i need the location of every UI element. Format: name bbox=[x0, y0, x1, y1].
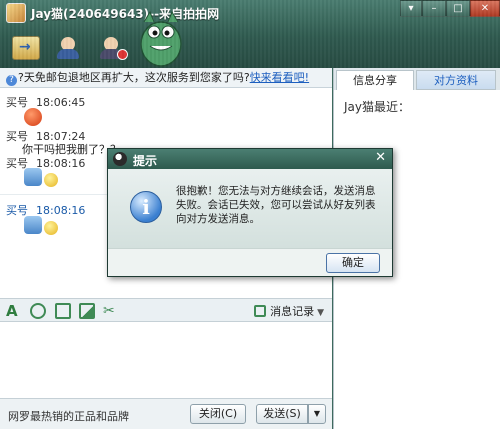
tab-contact-profile[interactable]: 对方资料 bbox=[416, 70, 496, 90]
emoticon-icon bbox=[24, 216, 42, 234]
ad-text[interactable]: 网罗最热销的正品和品牌 bbox=[8, 408, 129, 424]
promo-notice-bar: ? ?天免邮包退地区再扩大，这次服务到您家了吗?快来看看吧! bbox=[0, 68, 332, 88]
message-sender: 买号 bbox=[6, 204, 28, 217]
notice-text: ?天免邮包退地区再扩大，这次服务到您家了吗? bbox=[18, 71, 250, 84]
message-time: 18:06:45 bbox=[36, 96, 86, 109]
maximize-button[interactable]: □ bbox=[446, 0, 470, 17]
send-options-button[interactable]: ▼ bbox=[308, 404, 326, 424]
alert-dialog: 提示 ✕ i 很抱歉！您无法与对方继续会话，发送消息失败。会话已失效，您可以尝试… bbox=[107, 148, 393, 277]
dialog-titlebar: 提示 ✕ bbox=[108, 149, 392, 169]
chat-window-header: Jay猫(240649643)--来自拍拍网 ▾ – □ ✕ bbox=[0, 0, 500, 68]
emoticon-picker-icon[interactable] bbox=[30, 303, 46, 319]
transfer-file-icon[interactable] bbox=[12, 36, 40, 60]
message-header: 买号 18:06:45 bbox=[6, 94, 85, 110]
message-header: 买号 18:08:16 bbox=[6, 202, 85, 218]
block-user-icon[interactable] bbox=[98, 36, 128, 60]
block-badge-icon bbox=[117, 49, 128, 60]
history-label: 消息记录 bbox=[270, 305, 315, 318]
message-time: 18:08:16 bbox=[36, 157, 86, 170]
window-menu-button[interactable]: ▾ bbox=[400, 0, 422, 17]
input-toolbar: A ✂ 消息记录 ▼ bbox=[0, 298, 332, 322]
mascot-icon bbox=[140, 10, 182, 67]
bottom-bar: 网罗最热销的正品和品牌 关闭(C) 发送(S) ▼ bbox=[0, 398, 332, 429]
notice-link[interactable]: 快来看看吧! bbox=[250, 71, 309, 84]
tab-info-share[interactable]: 信息分享 bbox=[336, 70, 414, 90]
dialog-body: i 很抱歉！您无法与对方继续会话，发送消息失败。会话已失效，您可以尝试从好友列表… bbox=[108, 169, 392, 248]
smile-emoticon-icon bbox=[44, 221, 58, 235]
screenshot-scissors-icon[interactable]: ✂ bbox=[103, 303, 119, 319]
send-button[interactable]: 发送(S) bbox=[256, 404, 308, 424]
history-icon bbox=[254, 305, 267, 317]
dialog-close-icon[interactable]: ✕ bbox=[375, 150, 386, 165]
contact-avatar[interactable] bbox=[6, 3, 26, 23]
message-header: 买号 18:08:16 bbox=[6, 155, 85, 171]
message-sender: 买号 bbox=[6, 96, 28, 109]
qq-penguin-icon bbox=[113, 152, 127, 166]
person-body-icon bbox=[57, 49, 79, 59]
message-time: 18:08:16 bbox=[36, 204, 86, 217]
close-button[interactable]: 关闭(C) bbox=[190, 404, 246, 424]
image-icon[interactable] bbox=[79, 303, 95, 319]
message-input[interactable] bbox=[0, 322, 332, 398]
dialog-title: 提示 bbox=[133, 154, 158, 168]
minimize-button[interactable]: – bbox=[422, 0, 446, 17]
message-history-button[interactable]: 消息记录 ▼ bbox=[254, 303, 324, 319]
chevron-down-icon: ▼ bbox=[317, 308, 324, 318]
dialog-message: 很抱歉！您无法与对方继续会话，发送消息失败。会话已失效，您可以尝试从好友列表向对… bbox=[176, 185, 376, 225]
angry-emoticon-icon bbox=[24, 108, 42, 126]
dialog-footer: 确定 bbox=[108, 248, 392, 276]
right-panel-tabs: 信息分享 对方资料 bbox=[334, 68, 500, 90]
info-icon: i bbox=[130, 191, 162, 223]
ok-button[interactable]: 确定 bbox=[326, 253, 380, 273]
smile-emoticon-icon bbox=[44, 173, 58, 187]
document-icon[interactable] bbox=[55, 303, 71, 319]
contact-icon[interactable] bbox=[55, 36, 83, 60]
recent-activity-label: Jay猫最近： bbox=[344, 100, 410, 114]
emoticon-icon bbox=[24, 168, 42, 186]
info-icon: ? bbox=[6, 75, 17, 86]
close-window-button[interactable]: ✕ bbox=[470, 0, 500, 17]
font-icon[interactable]: A bbox=[6, 303, 22, 319]
